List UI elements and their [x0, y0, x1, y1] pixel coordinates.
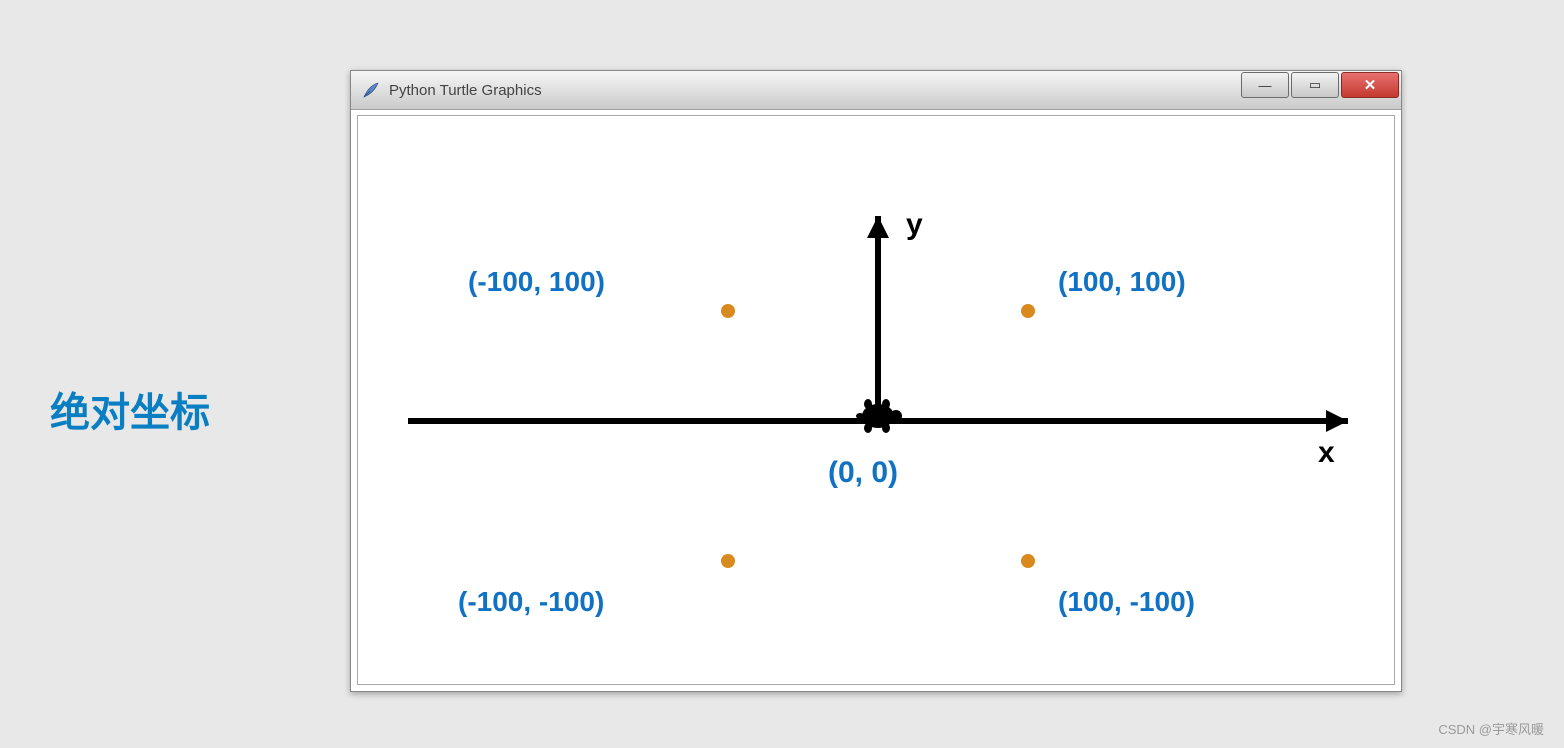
point-q4-dot	[1021, 554, 1035, 568]
point-q2-dot	[721, 304, 735, 318]
turtle-icon	[856, 399, 902, 433]
point-q4-label: (100, -100)	[1058, 586, 1195, 618]
point-q1-dot	[1021, 304, 1035, 318]
close-button[interactable]: ✕	[1341, 72, 1399, 98]
app-feather-icon	[361, 80, 381, 100]
side-heading: 绝对坐标	[50, 380, 210, 438]
origin-label: (0, 0)	[828, 456, 898, 490]
maximize-button[interactable]: ▭	[1291, 72, 1339, 98]
watermark-text: CSDN @宇寒风暖	[1438, 719, 1544, 738]
y-axis-label: y	[906, 208, 923, 242]
point-q2-label: (-100, 100)	[468, 266, 605, 298]
x-axis-label: x	[1318, 436, 1335, 470]
window-controls: — ▭ ✕	[1241, 71, 1401, 99]
maximize-icon: ▭	[1309, 77, 1321, 93]
turtle-canvas: y x (0, 0) (-100, 100) (100, 100) (-100,…	[357, 115, 1395, 685]
window-title-text: Python Turtle Graphics	[389, 82, 542, 99]
window-titlebar[interactable]: Python Turtle Graphics — ▭ ✕	[351, 71, 1401, 110]
point-q1-label: (100, 100)	[1058, 266, 1186, 298]
close-icon: ✕	[1364, 76, 1377, 94]
point-q3-dot	[721, 554, 735, 568]
app-window: Python Turtle Graphics — ▭ ✕	[350, 70, 1402, 692]
minimize-icon: —	[1259, 78, 1272, 93]
point-q3-label: (-100, -100)	[458, 586, 604, 618]
minimize-button[interactable]: —	[1241, 72, 1289, 98]
